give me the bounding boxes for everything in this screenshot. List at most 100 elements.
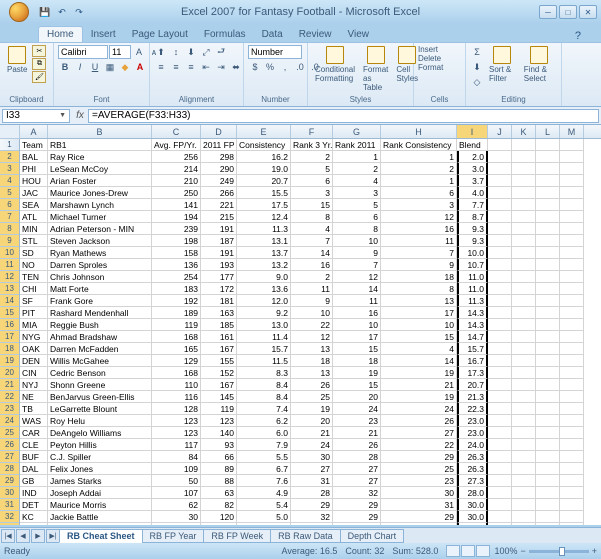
data-cell[interactable]: 14.7: [457, 331, 488, 343]
data-cell[interactable]: 15: [381, 331, 457, 343]
sheet-tab-rb-fp-week[interactable]: RB FP Week: [203, 529, 271, 543]
data-cell[interactable]: 22: [381, 439, 457, 451]
data-cell[interactable]: 19.0: [237, 163, 291, 175]
data-cell[interactable]: 19: [291, 403, 333, 415]
data-cell[interactable]: 221: [201, 199, 237, 211]
data-cell[interactable]: 11.3: [457, 295, 488, 307]
data-cell[interactable]: 7.4: [237, 403, 291, 415]
data-cell[interactable]: 32: [291, 511, 333, 523]
data-cell[interactable]: 14.3: [457, 319, 488, 331]
data-cell[interactable]: 18: [333, 355, 381, 367]
data-cell[interactable]: Peyton Hillis: [48, 439, 152, 451]
row-header-23[interactable]: 23: [0, 403, 19, 415]
data-cell[interactable]: 8.4: [237, 379, 291, 391]
data-cell[interactable]: 25: [291, 391, 333, 403]
first-sheet-button[interactable]: |◀: [1, 529, 15, 543]
data-cell[interactable]: GB: [20, 475, 48, 487]
underline-button[interactable]: U: [88, 60, 102, 74]
data-cell[interactable]: 161: [201, 331, 237, 343]
data-cell[interactable]: Chris Johnson: [48, 271, 152, 283]
data-cell[interactable]: 6: [333, 211, 381, 223]
data-cell[interactable]: 9: [333, 247, 381, 259]
data-cell[interactable]: 6.2: [237, 415, 291, 427]
data-cell[interactable]: 3.7: [457, 175, 488, 187]
data-cell[interactable]: 20: [291, 415, 333, 427]
data-cell[interactable]: 18: [381, 271, 457, 283]
italic-button[interactable]: I: [73, 60, 87, 74]
data-cell[interactable]: 11.3: [237, 223, 291, 235]
copy-button[interactable]: ⧉: [32, 58, 46, 70]
data-cell[interactable]: 7.7: [457, 199, 488, 211]
data-cell[interactable]: James Starks: [48, 475, 152, 487]
data-cell[interactable]: 26: [291, 379, 333, 391]
row-header-9[interactable]: 9: [0, 235, 19, 247]
data-cell[interactable]: 8.3: [237, 367, 291, 379]
data-cell[interactable]: 15.5: [237, 187, 291, 199]
page-layout-view-button[interactable]: [461, 545, 475, 557]
percent-button[interactable]: %: [263, 60, 277, 74]
zoom-out-button[interactable]: −: [520, 546, 525, 556]
row-header-27[interactable]: 27: [0, 451, 19, 463]
header-cell[interactable]: 2011 FP: [201, 139, 237, 151]
data-cell[interactable]: 110: [152, 379, 201, 391]
data-cell[interactable]: Jackie Battle: [48, 511, 152, 523]
data-cell[interactable]: 120: [201, 511, 237, 523]
row-header-14[interactable]: 14: [0, 295, 19, 307]
data-cell[interactable]: 15.7: [237, 343, 291, 355]
row-header-22[interactable]: 22: [0, 391, 19, 403]
data-cell[interactable]: 8: [291, 211, 333, 223]
wrap-text-button[interactable]: ⮐: [214, 45, 228, 59]
data-cell[interactable]: Maurice Jones-Drew: [48, 187, 152, 199]
insert-cells-button[interactable]: Insert: [418, 45, 438, 54]
row-header-25[interactable]: 25: [0, 427, 19, 439]
undo-icon[interactable]: ↶: [55, 5, 69, 19]
data-cell[interactable]: 20: [333, 391, 381, 403]
data-cell[interactable]: Darren McFadden: [48, 343, 152, 355]
data-cell[interactable]: NE: [20, 391, 48, 403]
data-cell[interactable]: 11.0: [457, 283, 488, 295]
data-cell[interactable]: 93: [201, 439, 237, 451]
data-cell[interactable]: 28: [291, 487, 333, 499]
office-button[interactable]: [4, 0, 34, 24]
data-cell[interactable]: 66: [201, 451, 237, 463]
data-cell[interactable]: 20.7: [457, 379, 488, 391]
data-cell[interactable]: 32: [381, 523, 457, 525]
data-cell[interactable]: 181: [201, 295, 237, 307]
normal-view-button[interactable]: [446, 545, 460, 557]
data-cell[interactable]: 210: [152, 175, 201, 187]
data-cell[interactable]: MIA: [20, 319, 48, 331]
data-cell[interactable]: 63: [201, 487, 237, 499]
data-cell[interactable]: 89: [201, 463, 237, 475]
data-cell[interactable]: 31: [381, 499, 457, 511]
data-cell[interactable]: 191: [201, 223, 237, 235]
row-header-19[interactable]: 19: [0, 355, 19, 367]
tab-insert[interactable]: Insert: [83, 27, 124, 42]
data-cell[interactable]: 17.5: [237, 199, 291, 211]
data-cell[interactable]: Reggie Bush: [48, 319, 152, 331]
data-cell[interactable]: 7: [333, 259, 381, 271]
name-box[interactable]: I33▼: [2, 109, 70, 123]
data-cell[interactable]: Darren Sproles: [48, 259, 152, 271]
increase-decimal-button[interactable]: .0: [293, 60, 307, 74]
data-cell[interactable]: LeGarrette Blount: [48, 403, 152, 415]
autosum-button[interactable]: Σ: [470, 45, 484, 59]
data-cell[interactable]: 13.7: [237, 247, 291, 259]
maximize-button[interactable]: □: [559, 5, 577, 19]
data-cell[interactable]: 172: [201, 283, 237, 295]
sheet-tab-depth-chart[interactable]: Depth Chart: [340, 529, 405, 543]
data-cell[interactable]: Joseph Addai: [48, 487, 152, 499]
data-cell[interactable]: 187: [201, 235, 237, 247]
data-cell[interactable]: 7: [381, 247, 457, 259]
data-cell[interactable]: 256: [152, 151, 201, 163]
data-cell[interactable]: 10.7: [457, 259, 488, 271]
data-cell[interactable]: 29: [333, 499, 381, 511]
data-cell[interactable]: 12.0: [237, 295, 291, 307]
row-header-18[interactable]: 18: [0, 343, 19, 355]
data-cell[interactable]: 192: [152, 295, 201, 307]
clear-button[interactable]: ◇: [470, 75, 484, 89]
data-cell[interactable]: 2: [291, 151, 333, 163]
row-header-20[interactable]: 20: [0, 367, 19, 379]
data-cell[interactable]: 10.0: [457, 247, 488, 259]
data-cell[interactable]: 21: [333, 427, 381, 439]
data-cell[interactable]: 17: [381, 307, 457, 319]
